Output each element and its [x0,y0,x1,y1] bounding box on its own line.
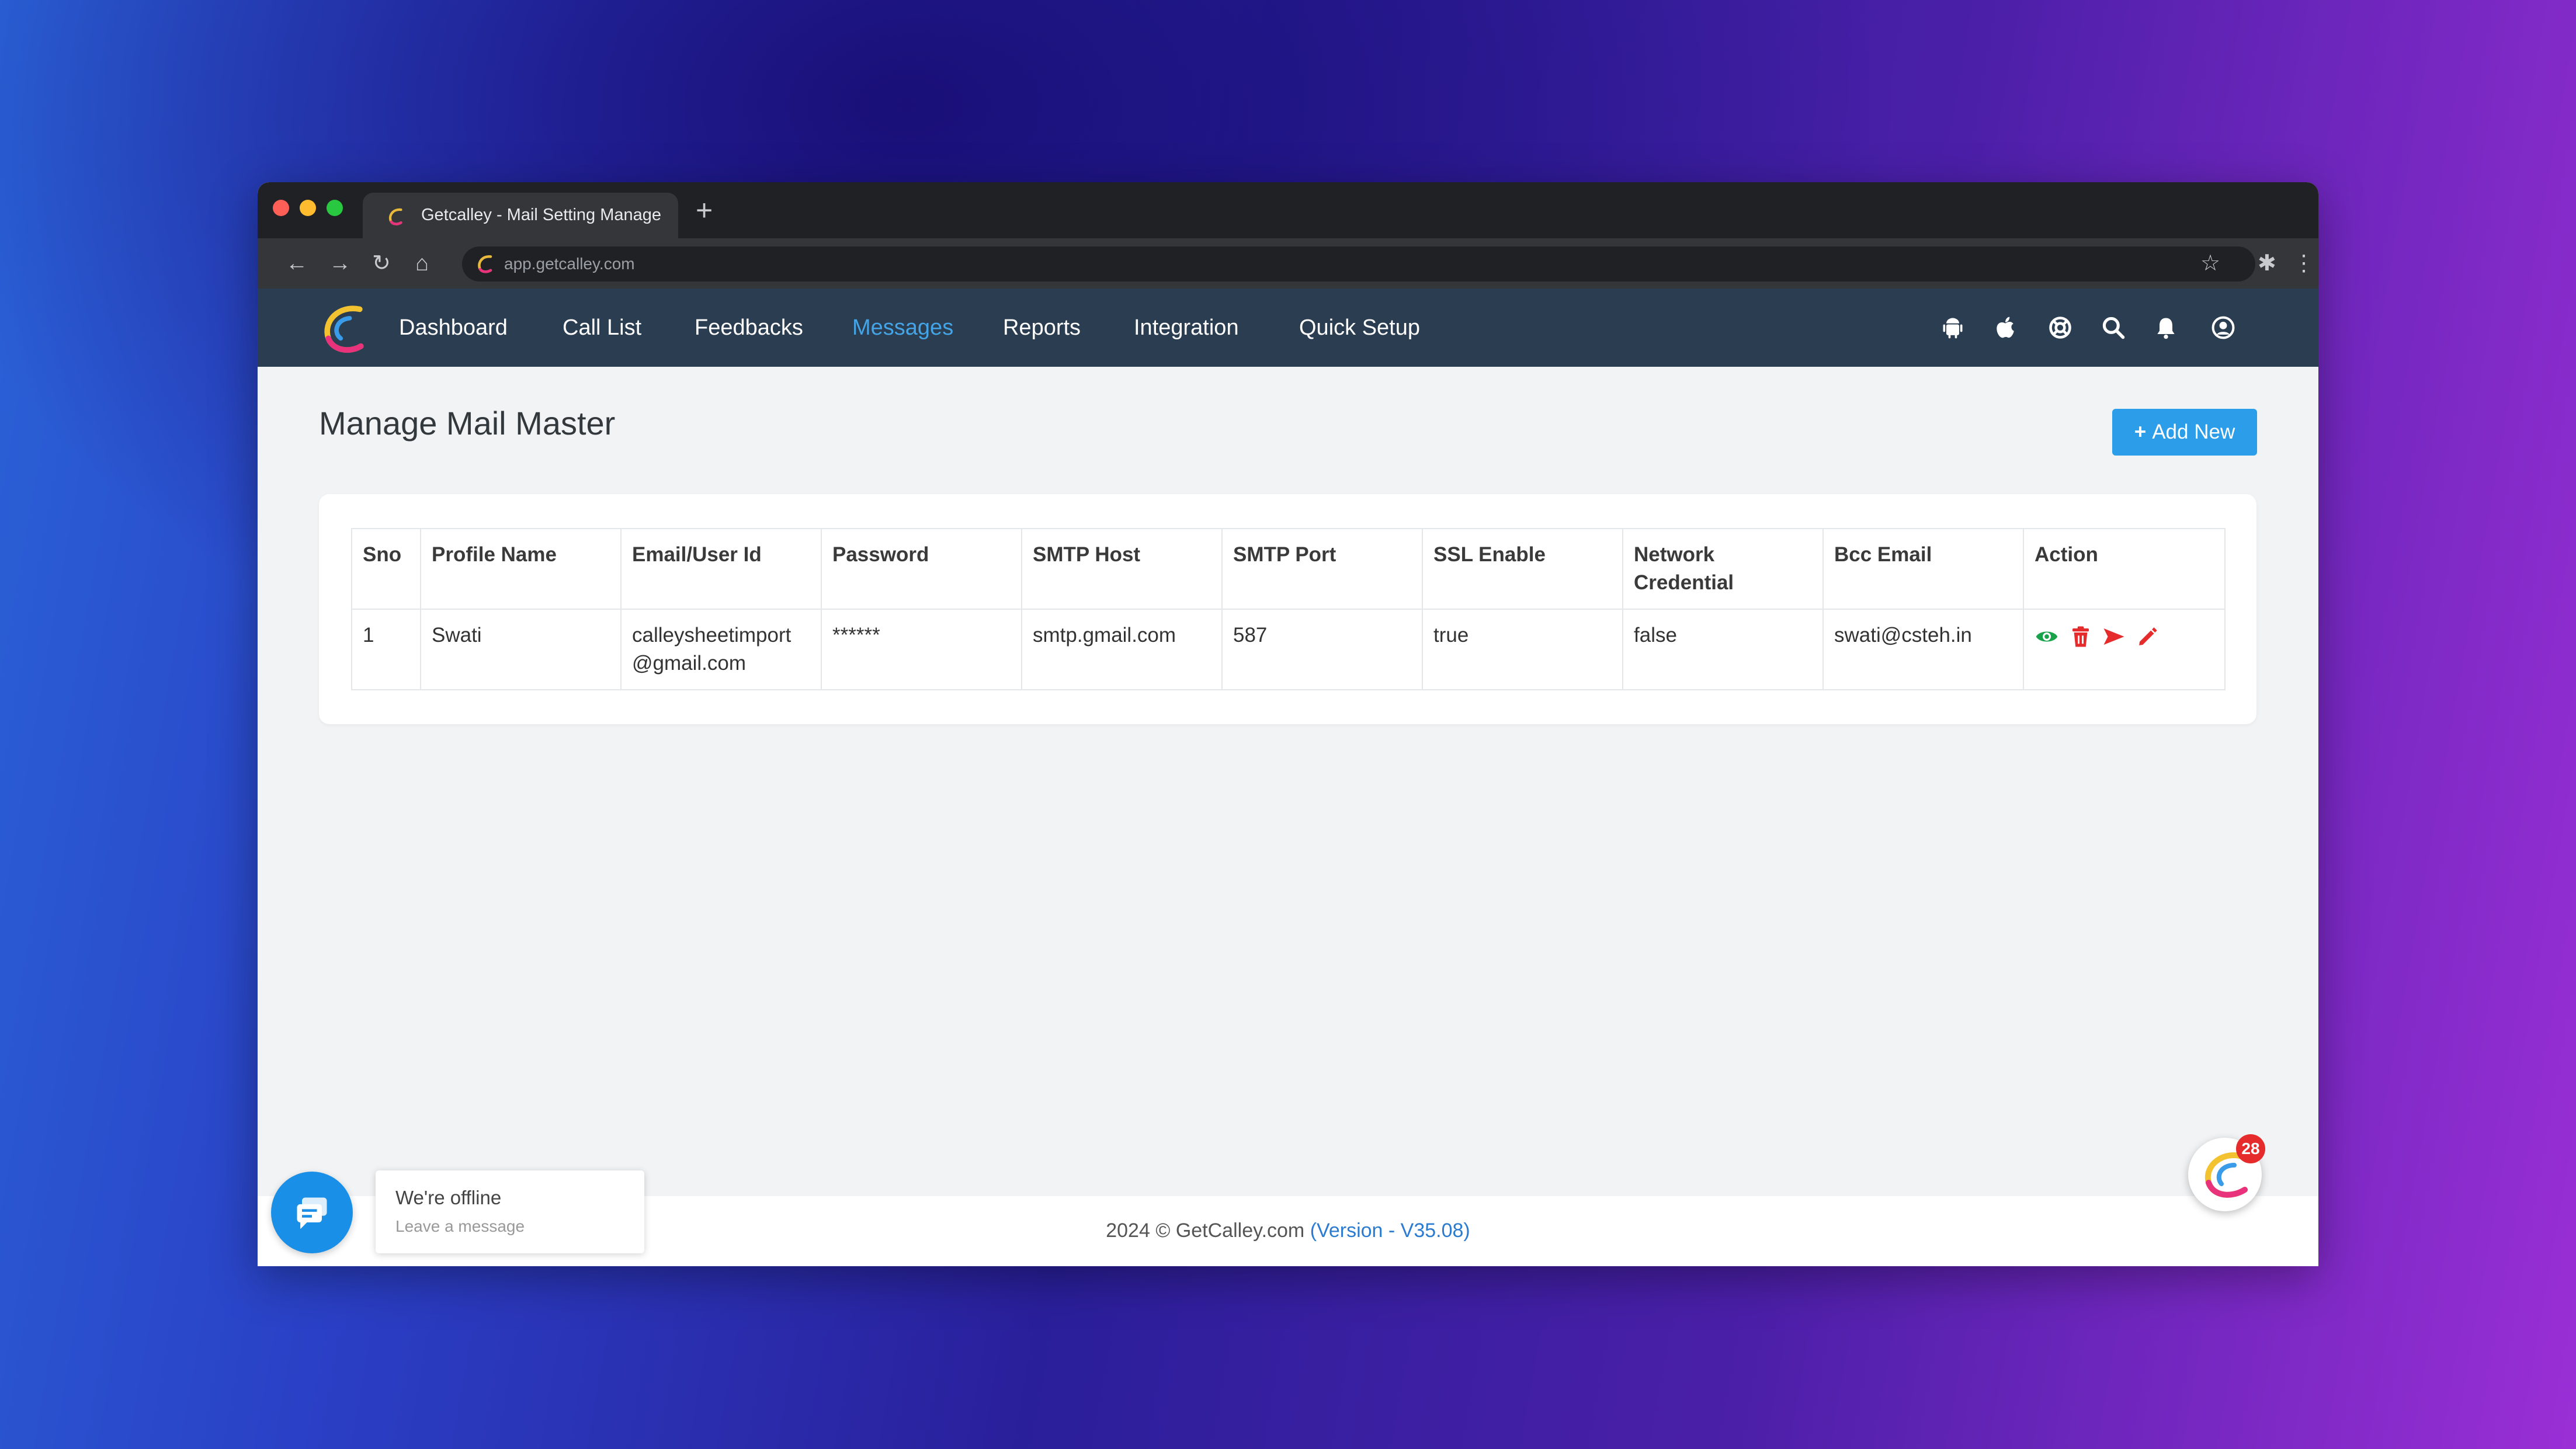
edit-icon[interactable] [2136,624,2160,649]
chat-title: We're offline [395,1187,502,1208]
view-icon[interactable] [2035,624,2059,649]
col-header-smtp-port: SMTP Port [1221,528,1423,610]
nav-reports[interactable]: Reports [1003,289,1081,367]
android-icon[interactable] [1940,315,1966,340]
app-navbar: Dashboard Call List Feedbacks Messages R… [258,289,2318,367]
footer-version-link[interactable]: (Version - V35.08) [1310,1219,1470,1242]
footer-copyright: 2024 © GetCalley.com [1106,1219,1305,1242]
back-arrow-icon[interactable]: ← [286,238,308,289]
col-header-sno: Sno [351,528,421,610]
cell-network-credential: false [1622,609,1824,690]
address-bar[interactable]: app.getcalley.com [462,246,2255,282]
table-row: 1 Swati calleysheetimport@gmail.com ****… [351,609,2226,690]
cell-password: ****** [821,609,1022,690]
notification-count-badge: 28 [2236,1134,2265,1163]
plus-icon: + [2134,421,2147,443]
bell-icon[interactable] [2153,315,2179,340]
browser-titlebar: Getcalley - Mail Setting Manage + [258,182,2318,238]
col-header-network-credential: Network Credential [1622,528,1824,610]
calley-logo-icon [388,208,402,225]
new-tab-button[interactable]: + [696,193,713,228]
cell-ssl-enable: true [1422,609,1623,690]
forward-arrow-icon[interactable]: → [329,238,351,289]
minimize-window-button[interactable] [300,200,316,216]
main-content: Manage Mail Master + Add New Sno Profile … [258,367,2318,1266]
cell-smtp-port: 587 [1221,609,1423,690]
nav-feedbacks[interactable]: Feedbacks [695,289,803,367]
col-header-profile-name: Profile Name [420,528,622,610]
col-header-bcc-email: Bcc Email [1822,528,2024,610]
nav-quick-setup[interactable]: Quick Setup [1299,289,1420,367]
col-header-email: Email/User Id [620,528,822,610]
extensions-icon[interactable]: ✱ [2258,238,2276,289]
chat-bubble-icon [297,1197,327,1229]
delete-icon[interactable] [2068,624,2093,649]
support-icon[interactable] [2047,315,2073,340]
cell-actions [2023,609,2226,690]
nav-call-list[interactable]: Call List [563,289,641,367]
bookmark-star-icon[interactable]: ☆ [2200,238,2220,289]
add-new-label: Add New [2152,421,2235,443]
col-header-ssl-enable: SSL Enable [1422,528,1623,610]
chat-status-bubble[interactable]: We're offline Leave a message [376,1170,644,1253]
browser-toolbar: ← → ↻ ⌂ app.getcalley.com ☆ ✱ ⋮ [258,238,2318,289]
browser-window: Getcalley - Mail Setting Manage + ← → ↻ … [258,182,2318,1266]
url-text: app.getcalley.com [504,255,635,273]
cell-email: calleysheetimport@gmail.com [620,609,822,690]
cell-profile-name: Swati [420,609,622,690]
site-favicon-icon [478,255,492,273]
col-header-action: Action [2023,528,2226,610]
nav-messages[interactable]: Messages [852,289,953,367]
tab-title: Getcalley - Mail Setting Manage [421,206,662,224]
col-header-password: Password [821,528,1022,610]
apple-icon[interactable] [1992,315,2018,340]
close-window-button[interactable] [273,200,289,216]
browser-tab[interactable]: Getcalley - Mail Setting Manage [363,193,678,238]
getcalley-logo-icon[interactable] [316,301,372,357]
col-header-smtp-host: SMTP Host [1021,528,1223,610]
nav-integration[interactable]: Integration [1134,289,1239,367]
browser-menu-icon[interactable]: ⋮ [2293,238,2315,289]
nav-dashboard[interactable]: Dashboard [399,289,508,367]
cell-bcc-email: swati@csteh.in [1822,609,2024,690]
maximize-window-button[interactable] [327,200,343,216]
add-new-button[interactable]: + Add New [2112,409,2257,456]
chat-subtitle: Leave a message [395,1217,525,1235]
reload-icon[interactable]: ↻ [372,238,391,289]
search-icon[interactable] [2101,315,2126,340]
cell-sno: 1 [351,609,421,690]
chat-widget-button[interactable] [271,1172,353,1253]
table-header-row: Sno Profile Name Email/User Id Password … [351,528,2226,610]
page-title: Manage Mail Master [319,405,616,442]
user-icon[interactable] [2210,315,2236,340]
cell-smtp-host: smtp.gmail.com [1021,609,1223,690]
mail-master-card: Sno Profile Name Email/User Id Password … [319,494,2256,724]
home-icon[interactable]: ⌂ [415,238,429,289]
mail-master-table: Sno Profile Name Email/User Id Password … [351,528,2226,690]
send-icon[interactable] [2102,624,2126,649]
